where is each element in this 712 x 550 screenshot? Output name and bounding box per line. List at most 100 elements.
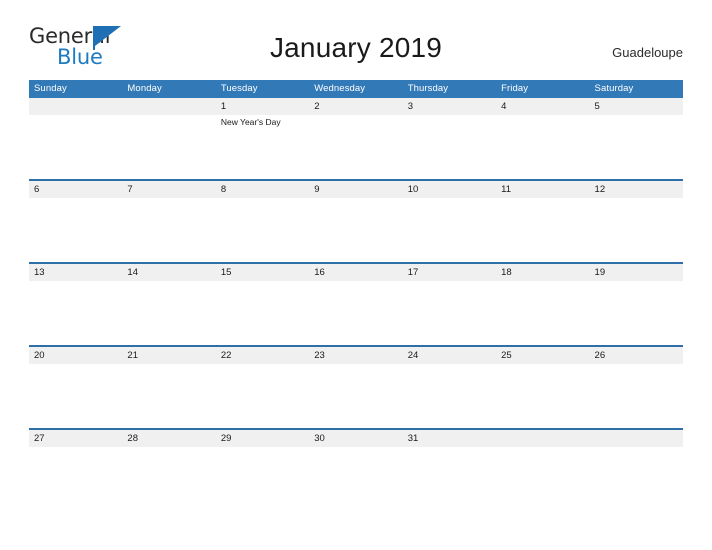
day-cell-empty [29,115,123,180]
day-number-29[interactable]: 29 [215,428,310,447]
day-cell-24[interactable] [402,364,497,429]
day-number-label: 15 [220,267,232,278]
day-number-20[interactable]: 20 [29,345,123,364]
day-cell-17[interactable] [402,281,497,346]
day-number-label: 21 [127,350,138,361]
day-cell-18[interactable] [496,281,590,346]
day-cell-11[interactable] [496,198,590,263]
calendar-week-numbers-row: 1 2 3 4 5 [29,98,683,115]
day-cell-10[interactable] [402,198,497,263]
weekday-header-friday: Friday [496,80,590,98]
day-cell-23[interactable] [309,364,403,429]
day-cell-8[interactable] [215,198,310,263]
day-cell-13[interactable] [29,281,123,346]
day-number-label: 13 [34,267,45,278]
day-number-label: 23 [314,350,325,361]
day-number-30[interactable]: 30 [309,428,403,447]
day-number-10[interactable]: 10 [402,179,497,198]
day-number-28[interactable]: 28 [122,428,216,447]
day-number-27[interactable]: 27 [29,428,123,447]
day-cell-26[interactable] [589,364,683,429]
day-cell-5[interactable] [589,115,683,180]
day-number-6[interactable]: 6 [29,179,123,198]
day-number-label: 11 [501,184,511,195]
day-number-18[interactable]: 18 [496,262,590,281]
day-cell-15[interactable] [215,281,310,346]
calendar-week-numbers-row: 27 28 29 30 31 [29,428,683,447]
day-cell-16[interactable] [309,281,403,346]
day-number-22[interactable]: 22 [215,345,310,364]
day-number-9[interactable]: 9 [309,179,403,198]
day-number-14[interactable]: 14 [122,262,216,281]
day-number-19[interactable]: 19 [589,262,683,281]
day-cell-3[interactable] [402,115,497,180]
day-cell-9[interactable] [309,198,403,263]
day-cell-20[interactable] [29,364,123,429]
calendar-week-body-row [29,281,683,346]
weekday-header-sunday: Sunday [29,80,123,98]
day-cell-21[interactable] [122,364,216,429]
day-number-2[interactable]: 2 [309,98,403,115]
location-label: Guadeloupe [612,45,683,60]
day-cell-22[interactable] [215,364,310,429]
day-number-3[interactable]: 3 [402,98,497,115]
day-cell-27[interactable] [29,447,123,511]
day-number-23[interactable]: 23 [309,345,403,364]
day-cell-19[interactable] [589,281,683,346]
day-number-label: 9 [314,184,320,195]
day-cell-28[interactable] [122,447,216,511]
day-cell-25[interactable] [496,364,590,429]
day-number-24[interactable]: 24 [402,345,497,364]
day-number-12[interactable]: 12 [589,179,683,198]
day-number-17[interactable]: 17 [402,262,497,281]
day-cell-31[interactable] [402,447,497,511]
day-cell-4[interactable] [496,115,590,180]
calendar-table: Sunday Monday Tuesday Wednesday Thursday Frid… [29,80,683,511]
day-cell-6[interactable] [29,198,123,263]
day-cell-30[interactable] [309,447,403,511]
day-number-label: 29 [220,433,232,444]
page-title: January 2019 [269,32,443,63]
day-number-empty [496,428,590,447]
day-number-label: 2 [314,101,320,112]
weekday-header-tuesday: Tuesday [215,80,310,98]
weekday-header-monday: Monday [122,80,216,98]
holiday-event-label: New Year's Day [220,117,281,127]
day-number-4[interactable]: 4 [496,98,590,115]
day-number-label: 12 [594,184,606,195]
day-number-21[interactable]: 21 [122,345,216,364]
day-number-label: 14 [127,267,138,278]
day-number-1[interactable]: 1 [215,98,310,115]
day-number-label: 18 [501,267,512,278]
day-number-13[interactable]: 13 [29,262,123,281]
day-number-25[interactable]: 25 [496,345,590,364]
day-number-label: 22 [220,350,232,361]
calendar-week-numbers-row: 6 7 8 9 10 11 12 [29,179,683,198]
day-number-11[interactable]: 11 [496,179,590,198]
day-cell-12[interactable] [589,198,683,263]
day-cell-29[interactable] [215,447,310,511]
day-number-31[interactable]: 31 [402,428,497,447]
day-number-label: 16 [314,267,325,278]
day-number-label: 28 [127,433,138,444]
day-cell-1[interactable]: New Year's Day [215,115,310,180]
day-number-label: 19 [594,267,606,278]
day-number-label: 7 [127,184,133,195]
day-number-7[interactable]: 7 [122,179,216,198]
day-cell-14[interactable] [122,281,216,346]
day-number-5[interactable]: 5 [589,98,683,115]
day-number-15[interactable]: 15 [215,262,310,281]
day-cell-2[interactable] [309,115,403,180]
weekday-header-saturday: Saturday [589,80,683,98]
day-number-26[interactable]: 26 [589,345,683,364]
day-number-label: 31 [407,433,419,444]
day-number-8[interactable]: 8 [215,179,310,198]
day-cell-7[interactable] [122,198,216,263]
page-header: General Blue January 2019 Guadeloupe [0,0,712,68]
day-number-16[interactable]: 16 [309,262,403,281]
weekday-header-thursday: Thursday [402,80,497,98]
day-number-label: 26 [594,350,606,361]
calendar-week-numbers-row: 13 14 15 16 17 18 19 [29,262,683,281]
day-number-label: 20 [34,350,45,361]
day-cell-empty [122,115,216,180]
